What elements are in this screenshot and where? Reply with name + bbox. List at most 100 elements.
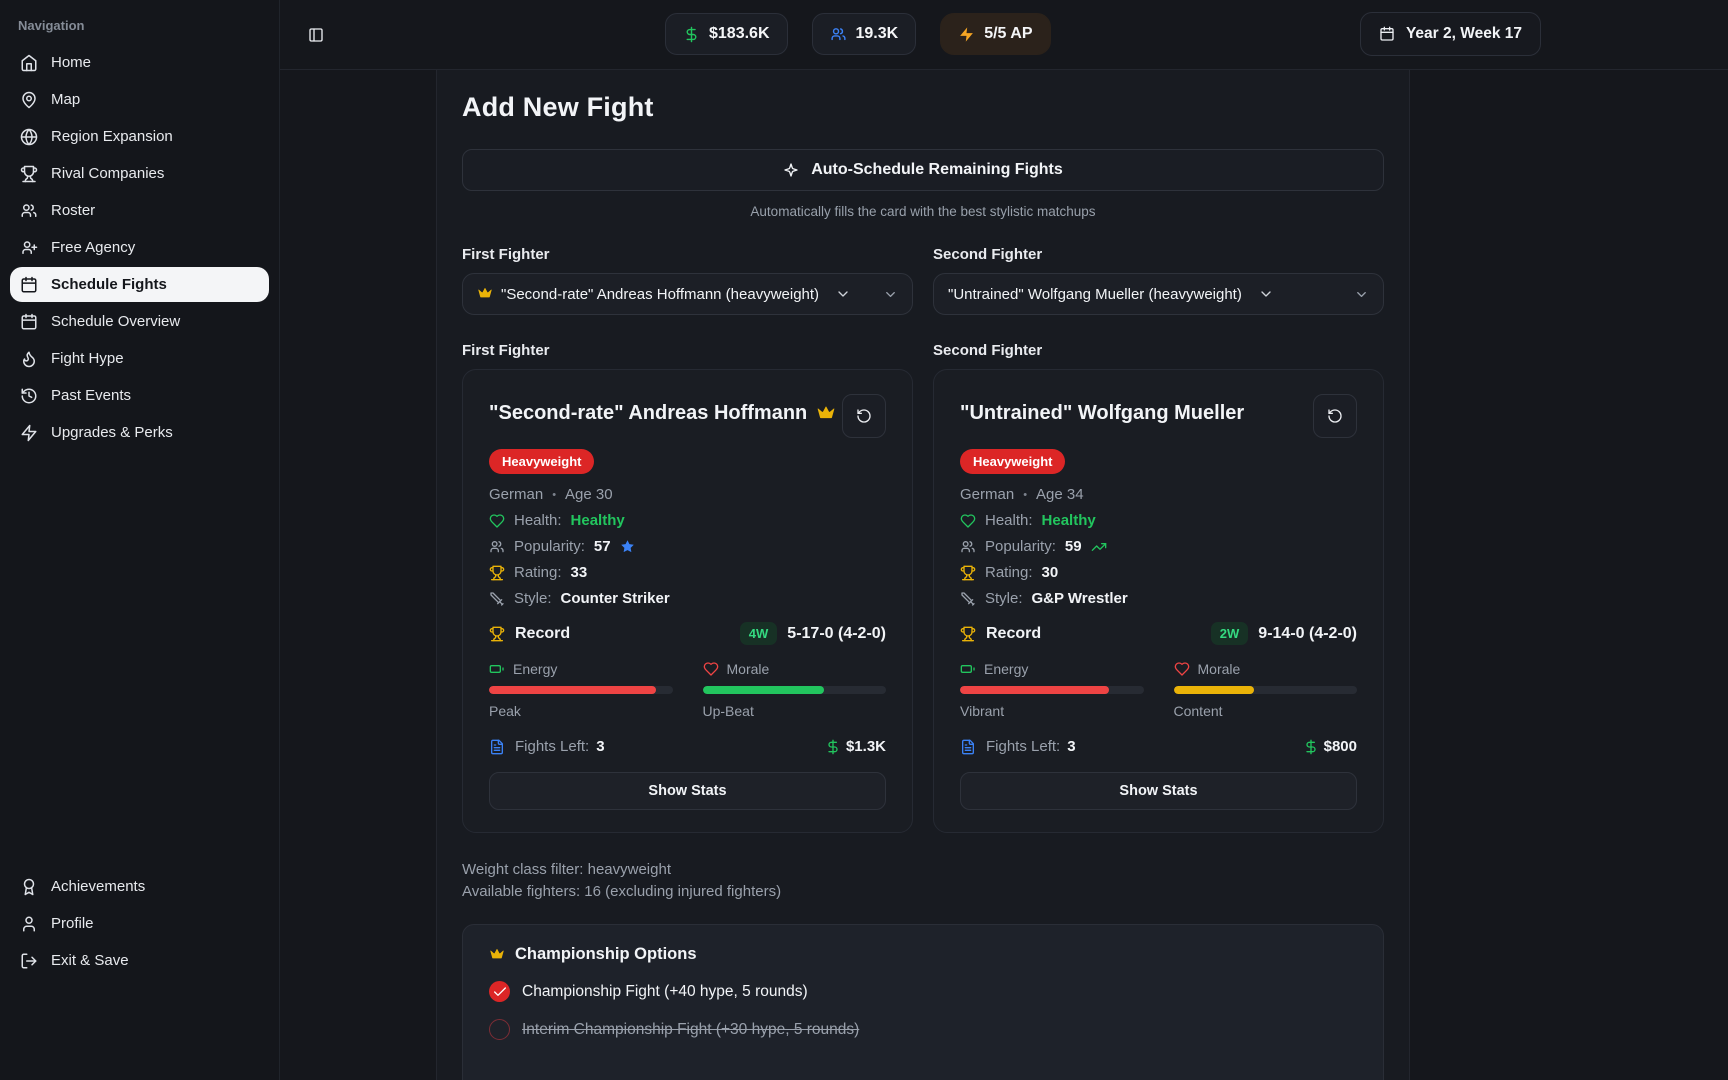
interim-championship-option[interactable]: Interim Championship Fight (+30 hype, 5 … [489, 1019, 1357, 1040]
check-circle-icon [489, 981, 510, 1002]
chevron-down-icon [1354, 287, 1369, 302]
morale-bar [1174, 686, 1358, 694]
sidebar: Navigation HomeMapRegion ExpansionRival … [0, 0, 280, 1080]
heart-icon [489, 513, 505, 529]
championship-options-title: Championship Options [489, 945, 1357, 964]
reroll-fighter-button[interactable] [1313, 394, 1357, 438]
championship-fight-option[interactable]: Championship Fight (+40 hype, 5 rounds) [489, 981, 1357, 1002]
sidebar-item-free-agency[interactable]: Free Agency [10, 230, 269, 265]
record-value: 5-17-0 (4-2-0) [787, 625, 886, 643]
sidebar-item-schedule-overview[interactable]: Schedule Overview [10, 304, 269, 339]
filter-notes: Weight class filter: heavyweight Availab… [462, 859, 1384, 903]
sidebar-item-label: Achievements [51, 878, 145, 895]
calendar-icon [20, 276, 38, 294]
sidebar-toggle-button[interactable] [304, 23, 328, 47]
sidebar-item-achievements[interactable]: Achievements [10, 869, 269, 904]
sidebar-item-label: Fight Hype [51, 350, 124, 367]
money-value: $183.6K [709, 25, 770, 43]
users-icon [20, 202, 38, 220]
energy-status: Peak [489, 703, 673, 719]
championship-options-card: Championship Options Championship Fight … [462, 924, 1384, 1080]
available-fighters-note: Available fighters: 16 (excluding injure… [462, 881, 1384, 903]
sidebar-item-label: Schedule Fights [51, 276, 167, 293]
fights-left-row: Fights Left: 3 $1.3K [489, 738, 886, 755]
health-row: Health: Healthy [489, 512, 886, 529]
right-gutter [1409, 70, 1728, 1080]
chevron-down-icon [883, 287, 898, 302]
show-stats-button[interactable]: Show Stats [960, 772, 1357, 810]
sidebar-item-label: Roster [51, 202, 95, 219]
weight-class-badge: Heavyweight [960, 449, 1065, 474]
record-row: Record 4W 5-17-0 (4-2-0) [489, 622, 886, 645]
rating-row: Rating: 33 [489, 564, 886, 581]
record-row: Record 2W 9-14-0 (4-2-0) [960, 622, 1357, 645]
sidebar-footer: Achievements ProfileExit & Save [10, 867, 269, 980]
file-text-icon [960, 739, 976, 755]
sidebar-item-exit-save[interactable]: Exit & Save [10, 943, 269, 978]
heart-icon [960, 513, 976, 529]
dollar-icon [825, 739, 841, 755]
main-area: $183.6K 19.3K 5/5 AP Year 2, Week 17 Add… [280, 0, 1728, 1080]
second-fighter-select[interactable]: "Untrained" Wolfgang Mueller (heavyweigh… [933, 273, 1384, 315]
health-value: Healthy [571, 512, 625, 529]
action-points-pill[interactable]: 5/5 AP [940, 13, 1050, 55]
first-fighter-select[interactable]: "Second-rate" Andreas Hoffmann (heavywei… [462, 273, 913, 315]
add-fight-panel: Add New Fight Auto-Schedule Remaining Fi… [437, 70, 1409, 1080]
win-streak-badge: 2W [1211, 622, 1249, 645]
health-row: Health: Healthy [960, 512, 1357, 529]
crown-icon [477, 286, 493, 302]
morale-status: Up-Beat [703, 703, 887, 719]
sidebar-item-profile[interactable]: Profile [10, 906, 269, 941]
trophy-icon [960, 626, 976, 642]
rating-row: Rating: 30 [960, 564, 1357, 581]
trophy-icon [960, 565, 976, 581]
sidebar-item-home[interactable]: Home [10, 45, 269, 80]
sidebar-item-roster[interactable]: Roster [10, 193, 269, 228]
energy-block: Energy Vibrant [960, 661, 1144, 719]
sidebar-item-schedule-fights[interactable]: Schedule Fights [10, 267, 269, 302]
sidebar-item-upgrades-perks[interactable]: Upgrades & Perks [10, 415, 269, 450]
win-streak-badge: 4W [740, 622, 778, 645]
fights-left-row: Fights Left: 3 $800 [960, 738, 1357, 755]
weight-filter-note: Weight class filter: heavyweight [462, 859, 1384, 881]
auto-schedule-button[interactable]: Auto-Schedule Remaining Fights [462, 149, 1384, 191]
sidebar-item-past-events[interactable]: Past Events [10, 378, 269, 413]
reroll-fighter-button[interactable] [842, 394, 886, 438]
sidebar-item-label: Map [51, 91, 80, 108]
game-date: Year 2, Week 17 [1406, 25, 1522, 43]
energy-bar [960, 686, 1144, 694]
sidebar-item-map[interactable]: Map [10, 82, 269, 117]
sidebar-item-fight-hype[interactable]: Fight Hype [10, 341, 269, 376]
sidebar-item-rival-companies[interactable]: Rival Companies [10, 156, 269, 191]
battery-icon [960, 661, 976, 677]
home-icon [20, 54, 38, 72]
sword-icon [960, 591, 976, 607]
first-fighter-selected: "Second-rate" Andreas Hoffmann (heavywei… [501, 286, 819, 303]
crown-icon [489, 947, 505, 963]
style-value: G&P Wrestler [1032, 590, 1128, 607]
fans-pill[interactable]: 19.3K [812, 13, 917, 55]
trending-up-icon [1091, 539, 1107, 555]
sidebar-item-label: Free Agency [51, 239, 135, 256]
game-date-button[interactable]: Year 2, Week 17 [1360, 12, 1541, 56]
dollar-icon [683, 26, 700, 43]
fights-left-value: 3 [596, 738, 604, 755]
heart-icon [703, 661, 719, 677]
topbar: $183.6K 19.3K 5/5 AP Year 2, Week 17 [280, 0, 1728, 70]
style-row: Style: G&P Wrestler [960, 590, 1357, 607]
sidebar-item-region-expansion[interactable]: Region Expansion [10, 119, 269, 154]
money-pill[interactable]: $183.6K [665, 13, 788, 55]
sidebar-nav: Home Map Region ExpansionRival Companies Ro… [10, 45, 269, 450]
morale-status: Content [1174, 703, 1358, 719]
record-value: 9-14-0 (4-2-0) [1258, 625, 1357, 643]
calendar-icon [20, 313, 38, 331]
log-out-icon [20, 952, 38, 970]
morale-block: Morale Up-Beat [703, 661, 887, 719]
fights-left-value: 3 [1067, 738, 1075, 755]
topbar-stats: $183.6K 19.3K 5/5 AP [665, 13, 1051, 55]
dollar-icon [1303, 739, 1319, 755]
content-row: Add New Fight Auto-Schedule Remaining Fi… [280, 70, 1728, 1080]
sword-icon [489, 591, 505, 607]
fans-value: 19.3K [856, 25, 899, 43]
show-stats-button[interactable]: Show Stats [489, 772, 886, 810]
